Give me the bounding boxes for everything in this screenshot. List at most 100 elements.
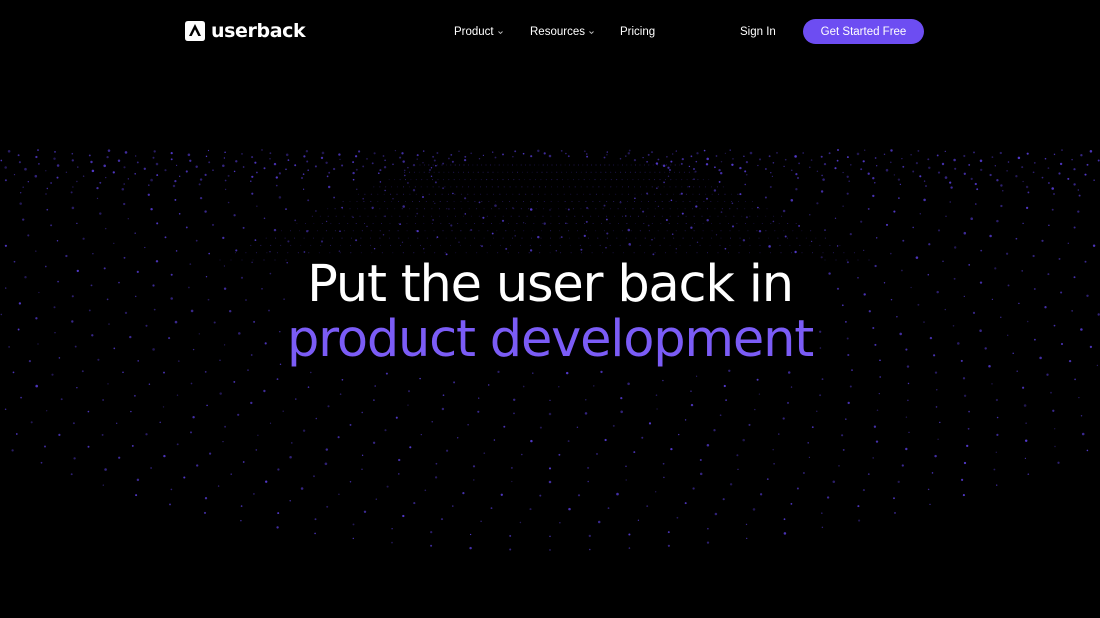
particle-dot: [287, 240, 290, 243]
particle-dot: [135, 494, 138, 497]
particle-dot: [583, 193, 584, 195]
particle-dot: [606, 237, 608, 239]
particle-dot: [612, 424, 615, 427]
particle-dot: [931, 472, 934, 474]
particle-dot: [567, 179, 569, 181]
particle-dot: [338, 153, 341, 156]
particle-dot: [551, 171, 553, 173]
particle-dot: [422, 196, 424, 198]
get-started-button[interactable]: Get Started Free: [803, 19, 924, 44]
particle-dot: [482, 171, 484, 173]
particle-dot: [370, 193, 372, 195]
particle-dot: [130, 410, 132, 413]
particle-dot: [655, 162, 659, 165]
particle-dot: [486, 252, 488, 254]
sign-in-link[interactable]: Sign In: [740, 22, 776, 42]
particle-dot: [670, 447, 673, 451]
particle-dot: [1092, 244, 1096, 248]
particle-dot: [954, 167, 957, 170]
particle-dot: [405, 179, 406, 181]
particle-dot: [412, 189, 416, 192]
particle-dot: [876, 165, 878, 167]
particle-dot: [739, 244, 741, 246]
particle-dot: [632, 208, 634, 210]
particle-dot: [679, 193, 681, 195]
particle-dot: [134, 173, 136, 175]
particle-dot: [470, 152, 473, 155]
particle-dot: [936, 154, 939, 157]
particle-dot: [598, 215, 600, 217]
particle-dot: [433, 230, 435, 232]
particle-dot: [678, 433, 680, 436]
particle-dot: [341, 206, 343, 209]
particle-dot: [749, 252, 750, 254]
particle-dot: [1074, 378, 1076, 381]
particle-dot: [260, 244, 262, 246]
particle-dot: [285, 153, 289, 157]
particle-dot: [417, 237, 419, 239]
nav-item-pricing[interactable]: Pricing: [620, 22, 655, 42]
particle-dot: [639, 244, 641, 246]
particle-dot: [819, 394, 822, 397]
particle-dot: [550, 237, 551, 239]
particle-dot: [432, 179, 434, 181]
particle-dot: [929, 503, 931, 506]
nav-item-product[interactable]: Product: [454, 22, 504, 42]
particle-dot: [199, 178, 203, 181]
particle-dot: [857, 505, 860, 508]
particle-dot: [155, 162, 159, 166]
particle-dot: [436, 152, 439, 154]
particle-dot: [645, 186, 647, 188]
particle-dot: [640, 201, 642, 202]
particle-dot: [1086, 163, 1089, 166]
particle-dot: [764, 196, 767, 199]
particle-dot: [377, 193, 379, 195]
particle-dot: [406, 223, 408, 224]
logo-link[interactable]: userback: [184, 19, 306, 43]
particle-dot: [574, 186, 576, 188]
particle-dot: [577, 164, 579, 166]
particle-dot: [314, 532, 316, 535]
particle-dot: [816, 202, 819, 205]
particle-dot: [630, 215, 631, 217]
particle-dot: [478, 397, 480, 399]
particle-dot: [492, 171, 494, 173]
particle-dot: [463, 171, 464, 173]
particle-dot: [667, 544, 671, 547]
particle-dot: [474, 186, 475, 188]
particle-dot: [398, 223, 399, 224]
particle-dot: [550, 201, 552, 202]
particle-dot: [164, 169, 167, 172]
particle-dot: [560, 150, 563, 152]
particle-dot: [314, 518, 317, 521]
particle-dot: [543, 152, 546, 155]
particle-dot: [71, 206, 75, 210]
particle-dot: [479, 244, 481, 246]
particle-dot: [496, 230, 498, 232]
particle-dot: [40, 461, 43, 464]
particle-dot: [413, 171, 415, 173]
particle-dot: [35, 384, 38, 388]
particle-dot: [587, 480, 589, 483]
particle-dot: [448, 223, 450, 224]
particle-dot: [422, 161, 424, 164]
particle-dot: [603, 230, 605, 232]
particle-dot: [300, 244, 302, 246]
particle-dot: [927, 488, 930, 491]
particle-dot: [459, 179, 461, 181]
particle-dot: [615, 193, 617, 195]
particle-dot: [485, 164, 487, 166]
particle-dot: [530, 155, 533, 158]
particle-dot: [71, 152, 74, 155]
particle-dot: [252, 492, 255, 495]
particle-dot: [1089, 150, 1093, 153]
particle-dot: [608, 193, 610, 195]
particle-dot: [949, 181, 952, 184]
nav-item-resources[interactable]: Resources: [530, 22, 595, 42]
particle-dot: [1005, 252, 1009, 255]
particle-dot: [204, 210, 207, 213]
particle-dot: [189, 159, 192, 162]
particle-dot: [430, 244, 431, 246]
particle-dot: [761, 223, 763, 224]
particle-dot: [235, 160, 238, 163]
